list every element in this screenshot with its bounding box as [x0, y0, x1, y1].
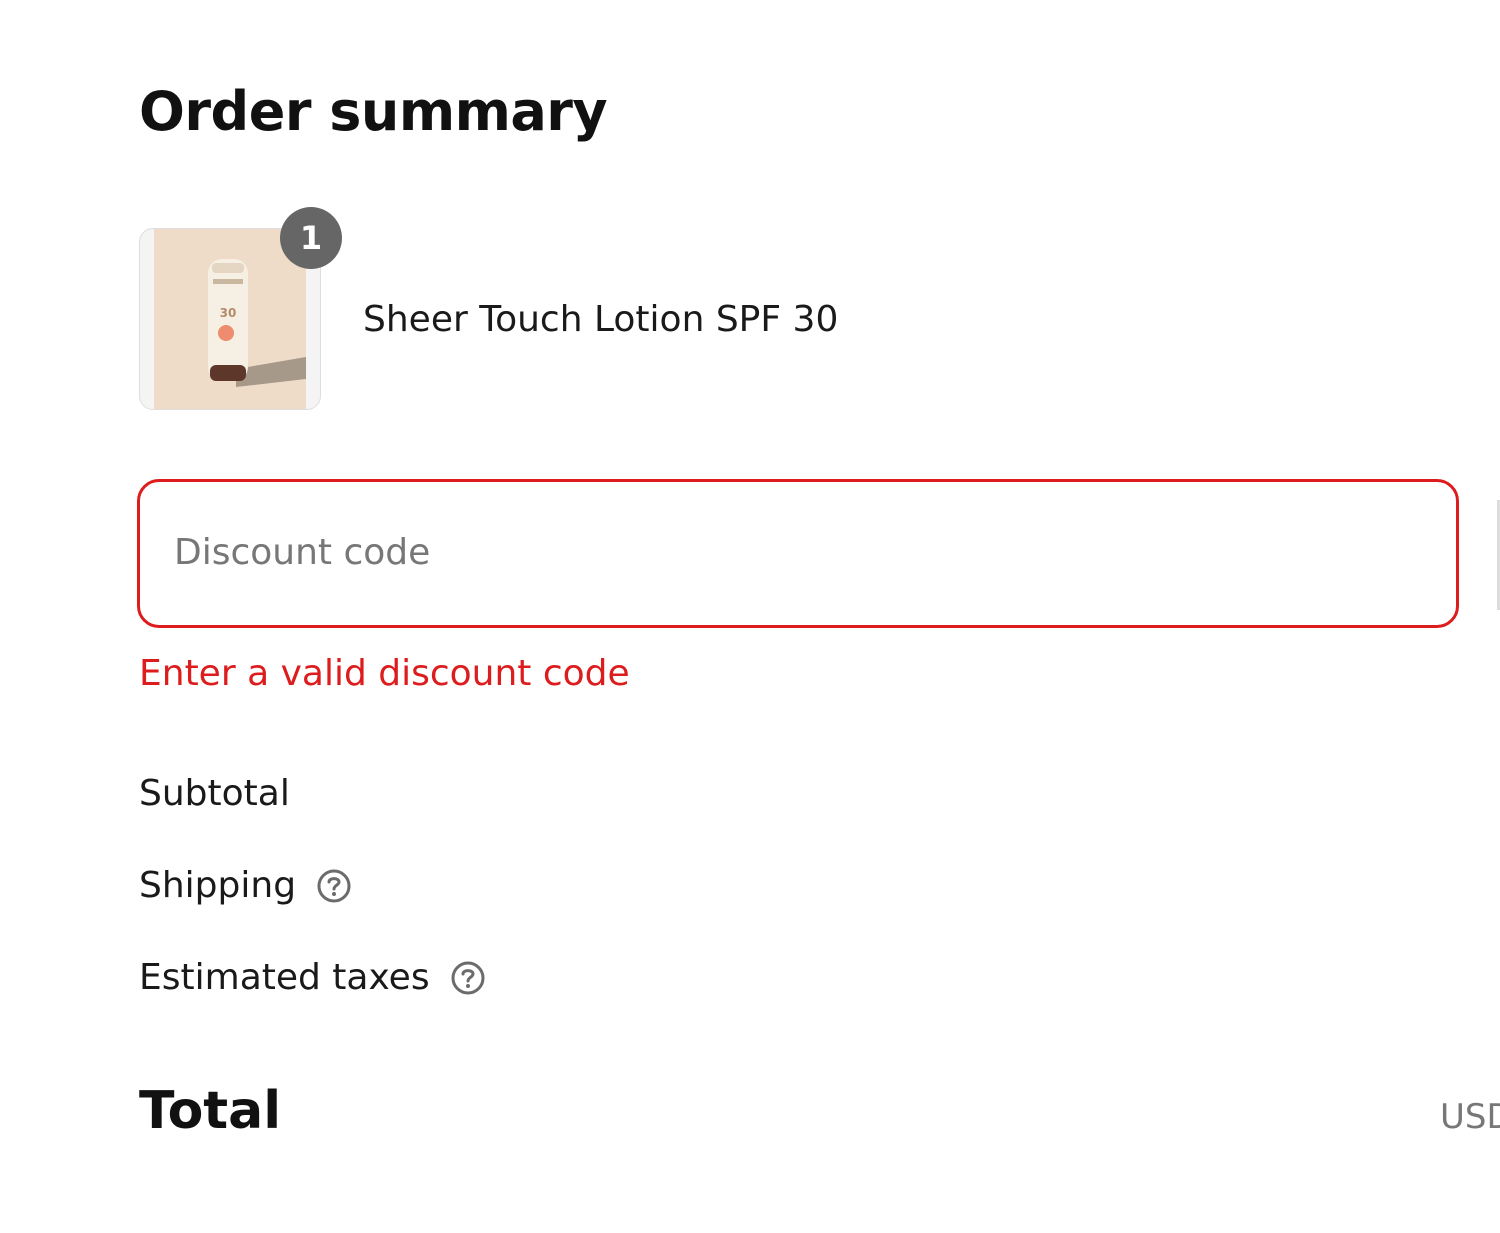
- quantity-badge: 1: [280, 207, 342, 269]
- shipping-row: Shipping: [139, 864, 352, 908]
- taxes-row: Estimated taxes: [139, 956, 486, 1000]
- total-label: Total: [139, 1081, 282, 1141]
- checkout-order-summary: Order summary 30 1 Sheer Touch Lotion SP…: [0, 0, 1500, 1233]
- order-summary-title: Order summary: [139, 80, 608, 143]
- shipping-label: Shipping: [139, 865, 297, 906]
- discount-code-input[interactable]: [174, 522, 1374, 582]
- discount-error-message: Enter a valid discount code: [139, 653, 630, 694]
- taxes-label: Estimated taxes: [139, 957, 430, 998]
- product-name: Sheer Touch Lotion SPF 30: [363, 299, 839, 340]
- question-circle-icon[interactable]: [316, 868, 352, 904]
- subtotal-row: Subtotal: [139, 772, 290, 816]
- discount-code-field[interactable]: [137, 479, 1459, 628]
- subtotal-label: Subtotal: [139, 773, 290, 814]
- total-currency: USD: [1440, 1097, 1500, 1137]
- question-circle-icon[interactable]: [450, 960, 486, 996]
- line-item: 30 1 Sheer Touch Lotion SPF 30: [139, 207, 1459, 410]
- svg-text:30: 30: [220, 306, 237, 320]
